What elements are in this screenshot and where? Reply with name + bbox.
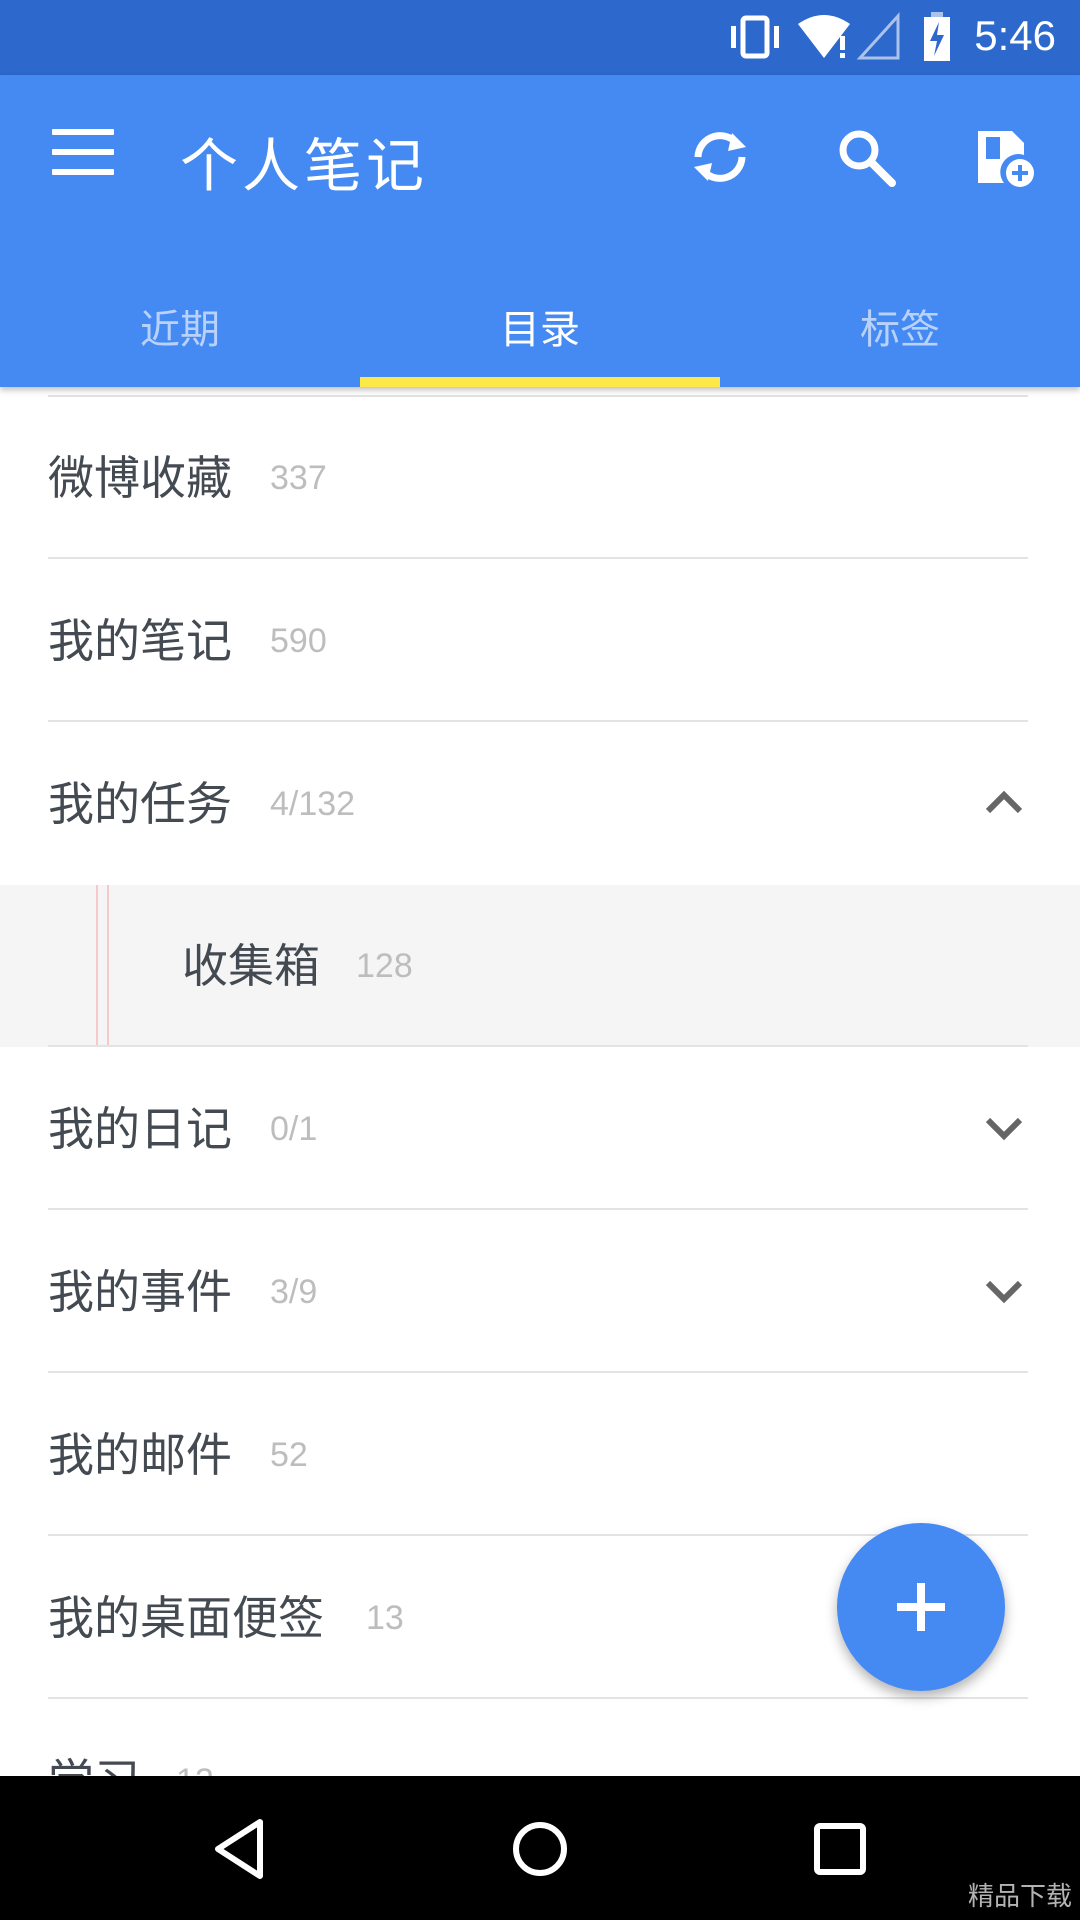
sync-button[interactable] — [688, 125, 752, 189]
folder-label: 我的邮件 — [48, 1428, 232, 1482]
home-circle-icon — [513, 1822, 567, 1876]
vibrate-icon — [731, 15, 779, 59]
folder-label: 我的桌面便签 — [48, 1591, 324, 1645]
subfolder-count: 128 — [356, 947, 413, 985]
status-bar: 5:46 — [0, 0, 1080, 75]
chevron-up-icon — [985, 790, 1023, 814]
divider — [48, 1697, 1028, 1699]
app-bar: 个人笔记 近期 目录 标签 — [0, 75, 1080, 387]
divider — [48, 720, 1028, 722]
tab-bar: 近期 目录 标签 — [0, 273, 1080, 387]
expand-button[interactable] — [982, 1106, 1026, 1150]
recents-button[interactable] — [805, 1814, 875, 1884]
folder-row[interactable]: 我的任务 4/132 — [0, 723, 1080, 885]
search-button[interactable] — [834, 125, 898, 189]
folder-row[interactable]: 我的日记 0/1 — [0, 1048, 1080, 1210]
divider — [48, 1371, 1028, 1373]
folder-row[interactable]: 我的笔记 590 — [0, 560, 1080, 722]
folder-label: 我的任务 — [48, 777, 232, 831]
folder-count: 12 — [176, 1700, 214, 1776]
margin-rule — [107, 885, 109, 1047]
menu-button[interactable] — [52, 129, 114, 179]
folder-count: 3/9 — [270, 1273, 318, 1311]
folder-row[interactable]: 我的事件 3/9 — [0, 1211, 1080, 1373]
folder-row[interactable]: 微博收藏 337 — [0, 397, 1080, 559]
wifi-icon — [798, 15, 850, 58]
save-add-icon — [978, 131, 1034, 187]
recents-square-icon — [814, 1823, 866, 1875]
folder-count: 0/1 — [270, 1110, 318, 1148]
divider — [48, 557, 1028, 559]
chevron-down-icon — [985, 1280, 1023, 1304]
tab-tags[interactable]: 标签 — [720, 273, 1080, 387]
search-icon — [839, 130, 896, 187]
app-title: 个人笔记 — [180, 132, 429, 200]
folder-count: 52 — [270, 1436, 308, 1474]
divider — [48, 1045, 1028, 1047]
folder-row[interactable]: 学习 12 — [0, 1700, 1080, 1776]
folder-count: 337 — [270, 459, 327, 497]
folder-count: 13 — [366, 1599, 404, 1637]
plus-icon — [897, 1583, 945, 1631]
expand-button[interactable] — [982, 1269, 1026, 1313]
add-fab-button[interactable] — [837, 1523, 1005, 1691]
tab-directory[interactable]: 目录 — [360, 273, 720, 387]
folder-count: 590 — [270, 622, 327, 660]
status-time: 5:46 — [974, 12, 1056, 59]
folder-label: 我的日记 — [48, 1102, 232, 1156]
new-note-button[interactable] — [974, 125, 1038, 189]
home-button[interactable] — [505, 1814, 575, 1884]
subfolder-label: 收集箱 — [182, 939, 320, 993]
sync-icon — [694, 132, 746, 182]
signal-icon — [856, 12, 900, 60]
folder-label: 我的笔记 — [48, 614, 232, 668]
folder-row[interactable]: 我的邮件 52 — [0, 1374, 1080, 1536]
folder-label: 微博收藏 — [48, 451, 232, 505]
divider — [48, 1208, 1028, 1210]
subfolder-row[interactable]: 收集箱 128 — [0, 885, 1080, 1047]
folder-label: 学习 — [48, 1700, 140, 1776]
tab-indicator — [360, 377, 720, 387]
navigation-bar: 精品下载 — [0, 1776, 1080, 1920]
watermark: 精品下载 — [967, 1882, 1072, 1912]
collapse-button[interactable] — [982, 781, 1026, 825]
folder-count: 4/132 — [270, 785, 356, 823]
chevron-down-icon — [985, 1117, 1023, 1141]
back-button[interactable] — [206, 1814, 276, 1884]
tab-recent[interactable]: 近期 — [0, 273, 360, 387]
folder-label: 我的事件 — [48, 1265, 232, 1319]
margin-rule — [96, 885, 98, 1047]
battery-charging-icon — [924, 12, 950, 61]
back-triangle-icon — [215, 1819, 263, 1879]
